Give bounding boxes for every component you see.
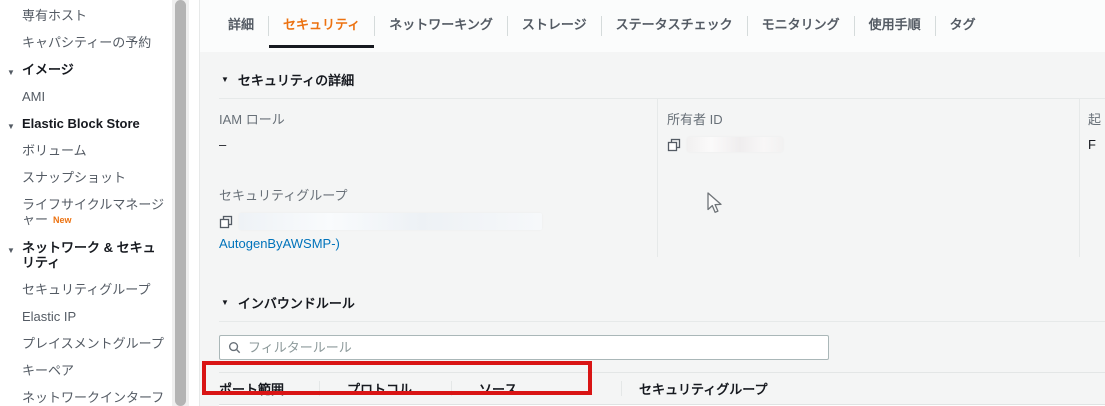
inbound-rules-section: ▼ インバウンドルール ポート範囲 プロトコル: [219, 287, 1105, 406]
ec2-console-screen: 専有ホスト キャパシティーの予約 ▼イメージ AMI ▼Elastic Bloc…: [0, 0, 1105, 406]
tab-security[interactable]: セキュリティ: [269, 0, 374, 52]
tab-networking[interactable]: ネットワーキング: [375, 0, 507, 52]
iam-role-label: IAM ロール: [219, 109, 657, 128]
col-header-source: ソース: [451, 379, 621, 398]
instance-detail-pane: 詳細 セキュリティ ネットワーキング ストレージ ステータスチェック モニタリン…: [199, 0, 1105, 406]
sidebar-item-snapshots[interactable]: スナップショット: [0, 170, 172, 185]
inbound-rules-table: ポート範囲 プロトコル ソース セキュリティグループ 22 TCP 0.0.0.…: [219, 372, 1105, 406]
col-header-port-range: ポート範囲: [219, 379, 319, 398]
security-details-section-header[interactable]: ▼ セキュリティの詳細: [219, 64, 1105, 99]
sidebar: 専有ホスト キャパシティーの予約 ▼イメージ AMI ▼Elastic Bloc…: [0, 0, 172, 406]
tab-usage-instructions[interactable]: 使用手順: [855, 0, 935, 52]
sidebar-section-elastic-block-store[interactable]: ▼Elastic Block Store: [0, 116, 172, 131]
clipped-column-value: F: [1088, 137, 1105, 152]
section-title: セキュリティの詳細: [238, 70, 354, 89]
sidebar-item-ami[interactable]: AMI: [0, 89, 172, 104]
security-details-col-2: 所有者 ID: [657, 99, 1079, 257]
sidebar-section-network-security[interactable]: ▼ネットワーク & セキュリティ: [0, 240, 172, 270]
section-title: インバウンドルール: [238, 293, 355, 312]
sidebar-item-dedicated-hosts[interactable]: 専有ホスト: [0, 8, 172, 23]
scrollbar-thumb[interactable]: [175, 0, 186, 406]
sidebar-item-placement-groups[interactable]: プレイスメントグループ: [0, 336, 172, 351]
filter-rules-box: [219, 335, 829, 360]
sidebar-item-capacity-reservations[interactable]: キャパシティーの予約: [0, 35, 172, 50]
sidebar-item-key-pairs[interactable]: キーペア: [0, 363, 172, 378]
col-header-protocol: プロトコル: [319, 379, 451, 398]
tab-monitoring[interactable]: モニタリング: [748, 0, 854, 52]
new-badge: New: [53, 215, 72, 225]
sidebar-item-lifecycle-manager[interactable]: ライフサイクルマネージャーNew: [0, 197, 172, 228]
instance-tabs: 詳細 セキュリティ ネットワーキング ストレージ ステータスチェック モニタリン…: [200, 0, 1105, 52]
chevron-down-icon: ▼: [221, 75, 229, 84]
sidebar-item-volumes[interactable]: ボリューム: [0, 143, 172, 158]
search-icon: [228, 341, 241, 354]
owner-id-value-redacted: [687, 137, 783, 152]
security-group-link[interactable]: AutogenByAWSMP-): [219, 236, 657, 251]
security-groups-label: セキュリティグループ: [219, 185, 657, 204]
inbound-rules-section-header[interactable]: ▼ インバウンドルール: [219, 287, 1105, 322]
copy-icon[interactable]: [667, 138, 681, 152]
sidebar-section-images[interactable]: ▼イメージ: [0, 62, 172, 77]
owner-id-label: 所有者 ID: [667, 109, 1079, 128]
clipped-column-label: 起: [1088, 109, 1105, 128]
filter-rules-input[interactable]: [248, 340, 820, 355]
table-header-row: ポート範囲 プロトコル ソース セキュリティグループ: [219, 372, 1105, 405]
tab-details[interactable]: 詳細: [228, 0, 268, 52]
tab-tags[interactable]: タグ: [936, 0, 990, 52]
security-details-col-3-clipped: 起 F: [1079, 99, 1105, 257]
copy-icon[interactable]: [219, 215, 233, 229]
sidebar-item-elastic-ip[interactable]: Elastic IP: [0, 309, 172, 324]
security-details-col-1: IAM ロール – セキュリティグループ AutogenByAWSMP-): [219, 99, 657, 257]
chevron-down-icon: ▼: [7, 243, 15, 258]
security-group-name-redacted: [239, 213, 542, 230]
tab-status-checks[interactable]: ステータスチェック: [602, 0, 747, 52]
sidebar-item-network-interfaces[interactable]: ネットワークインターフェイス: [0, 390, 172, 406]
col-header-security-group: セキュリティグループ: [621, 379, 1105, 398]
chevron-down-icon: ▼: [221, 298, 229, 307]
sidebar-scrollbar: [172, 0, 189, 406]
iam-role-value: –: [219, 137, 657, 152]
security-details-body: IAM ロール – セキュリティグループ AutogenByAWSMP-) 所: [219, 99, 1105, 257]
chevron-down-icon: ▼: [7, 65, 15, 80]
tab-storage[interactable]: ストレージ: [508, 0, 601, 52]
tab-content: ▼ セキュリティの詳細 IAM ロール – セキュリティグループ: [200, 52, 1105, 406]
chevron-down-icon: ▼: [7, 119, 15, 134]
sidebar-item-security-groups[interactable]: セキュリティグループ: [0, 282, 172, 297]
